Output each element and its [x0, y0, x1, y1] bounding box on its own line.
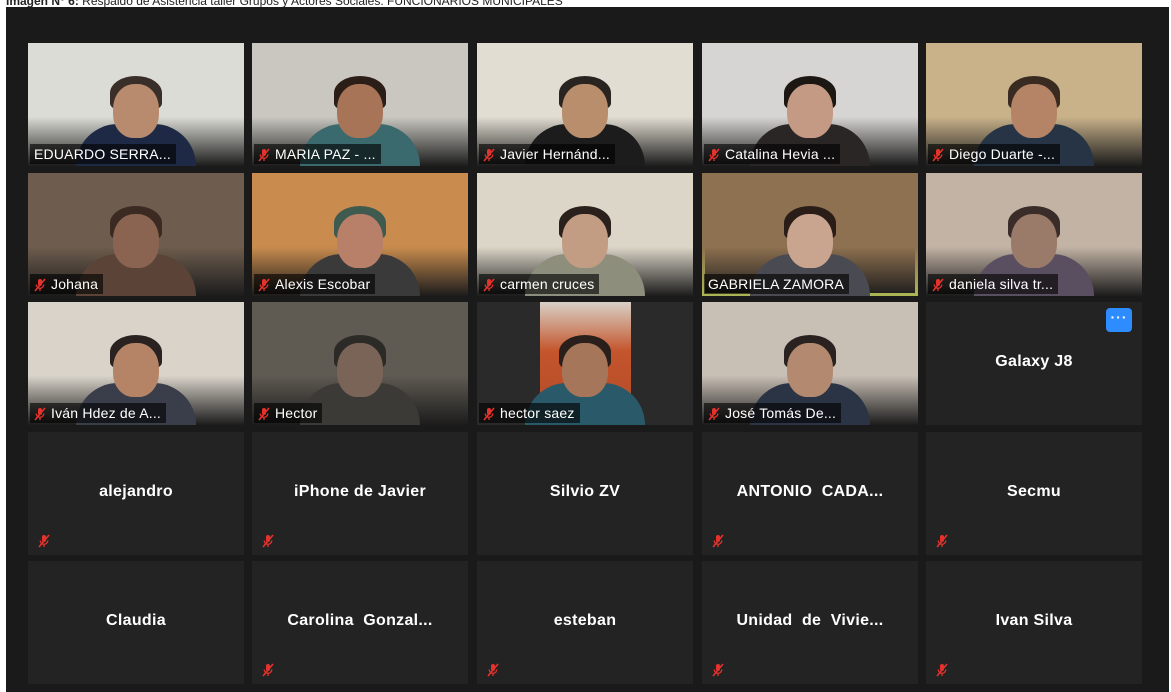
participant-tile[interactable]: Secmu: [926, 432, 1142, 555]
participant-tile[interactable]: ANTONIO CADA...: [702, 432, 918, 555]
participant-nametag: Alexis Escobar: [254, 274, 376, 294]
participant-name: Alexis Escobar: [275, 276, 371, 292]
participant-tile[interactable]: Alexis Escobar: [252, 173, 468, 296]
participant-name: Unidad de Vivie...: [736, 611, 884, 629]
participant-tile[interactable]: daniela silva tr...: [926, 173, 1142, 296]
participant-tile[interactable]: esteban: [477, 561, 693, 684]
mic-muted-icon: [712, 663, 724, 677]
participant-tile[interactable]: Hector: [252, 302, 468, 425]
mic-muted-icon: [258, 277, 270, 292]
participant-name: carmen cruces: [500, 276, 595, 292]
participant-nametag: daniela silva tr...: [928, 274, 1059, 294]
more-options-button[interactable]: ···: [1106, 308, 1132, 332]
participant-tile[interactable]: Unidad de Vivie...: [702, 561, 918, 684]
participant-tile[interactable]: Johana: [28, 173, 244, 296]
mic-muted-icon: [932, 147, 944, 162]
participant-name: MARIA PAZ - ...: [275, 146, 376, 162]
mic-muted-icon: [483, 147, 495, 162]
participant-tile[interactable]: Catalina Hevia ...: [702, 43, 918, 166]
participant-nametag: Javier Hernánd...: [479, 144, 616, 164]
mic-muted-icon: [936, 534, 948, 548]
participant-nametag: Johana: [30, 274, 104, 294]
participant-tile[interactable]: GABRIELA ZAMORA: [702, 173, 918, 296]
participant-name: Galaxy J8: [995, 352, 1073, 370]
participant-tile[interactable]: Javier Hernánd...: [477, 43, 693, 166]
participant-tile[interactable]: MARIA PAZ - ...: [252, 43, 468, 166]
participant-tile[interactable]: José Tomás De...: [702, 302, 918, 425]
mic-muted-icon: [712, 534, 724, 548]
participant-name: Iván Hdez de A...: [51, 405, 162, 421]
mic-muted-icon: [483, 277, 495, 292]
participant-name: Catalina Hevia ...: [725, 146, 836, 162]
participant-tile[interactable]: Iván Hdez de A...: [28, 302, 244, 425]
participant-name: José Tomás De...: [725, 405, 837, 421]
participant-name: Claudia: [106, 611, 166, 629]
participant-name: Silvio ZV: [549, 482, 621, 500]
participant-name: GABRIELA ZAMORA: [708, 276, 845, 292]
participant-name: esteban: [553, 611, 617, 629]
participant-tile[interactable]: Diego Duarte -...: [926, 43, 1142, 166]
participant-name: Carolina Gonzal...: [287, 611, 433, 629]
participant-name: Secmu: [1007, 482, 1061, 500]
participant-tile[interactable]: Ivan Silva: [926, 561, 1142, 684]
mic-muted-icon: [483, 406, 495, 421]
participant-tile[interactable]: iPhone de Javier: [252, 432, 468, 555]
mic-muted-icon: [34, 277, 46, 292]
participant-tile[interactable]: Silvio ZV: [477, 432, 693, 555]
participant-nametag: Iván Hdez de A...: [30, 403, 167, 423]
participant-name: Javier Hernánd...: [500, 146, 611, 162]
participant-nametag: EDUARDO SERRA...: [30, 144, 176, 164]
participant-tile[interactable]: EDUARDO SERRA...: [28, 43, 244, 166]
participant-tile[interactable]: hector saez: [477, 302, 693, 425]
participant-nametag: MARIA PAZ - ...: [254, 144, 381, 164]
participant-nametag: hector saez: [479, 403, 580, 423]
participant-name: ANTONIO CADA...: [736, 482, 884, 500]
mic-muted-icon: [708, 406, 720, 421]
participant-name: daniela silva tr...: [949, 276, 1054, 292]
participant-tile[interactable]: alejandro: [28, 432, 244, 555]
participant-name: Johana: [51, 276, 99, 292]
participant-tile[interactable]: carmen cruces: [477, 173, 693, 296]
participant-tile[interactable]: Galaxy J8 ···: [926, 302, 1142, 425]
mic-muted-icon: [262, 534, 274, 548]
participant-name: Diego Duarte -...: [949, 146, 1056, 162]
participant-name: Hector: [275, 405, 318, 421]
mic-muted-icon: [936, 663, 948, 677]
gallery-view: EDUARDO SERRA... MARIA PAZ - ... Javier He…: [6, 7, 1169, 692]
participant-nametag: carmen cruces: [479, 274, 600, 294]
mic-muted-icon: [258, 406, 270, 421]
participant-name: EDUARDO SERRA...: [34, 146, 171, 162]
mic-muted-icon: [34, 406, 46, 421]
mic-muted-icon: [258, 147, 270, 162]
participant-nametag: Catalina Hevia ...: [704, 144, 841, 164]
participant-name: Ivan Silva: [995, 611, 1073, 629]
participant-name: hector saez: [500, 405, 575, 421]
mic-muted-icon: [932, 277, 944, 292]
participant-nametag: Diego Duarte -...: [928, 144, 1061, 164]
participant-nametag: José Tomás De...: [704, 403, 842, 423]
participant-nametag: Hector: [254, 403, 323, 423]
participant-nametag: GABRIELA ZAMORA: [704, 274, 850, 294]
participant-tile[interactable]: Carolina Gonzal...: [252, 561, 468, 684]
participant-tile[interactable]: Claudia: [28, 561, 244, 684]
mic-muted-icon: [708, 147, 720, 162]
mic-muted-icon: [262, 663, 274, 677]
participant-name: iPhone de Javier: [294, 482, 426, 500]
participant-name: alejandro: [99, 482, 173, 500]
mic-muted-icon: [487, 663, 499, 677]
mic-muted-icon: [38, 534, 50, 548]
